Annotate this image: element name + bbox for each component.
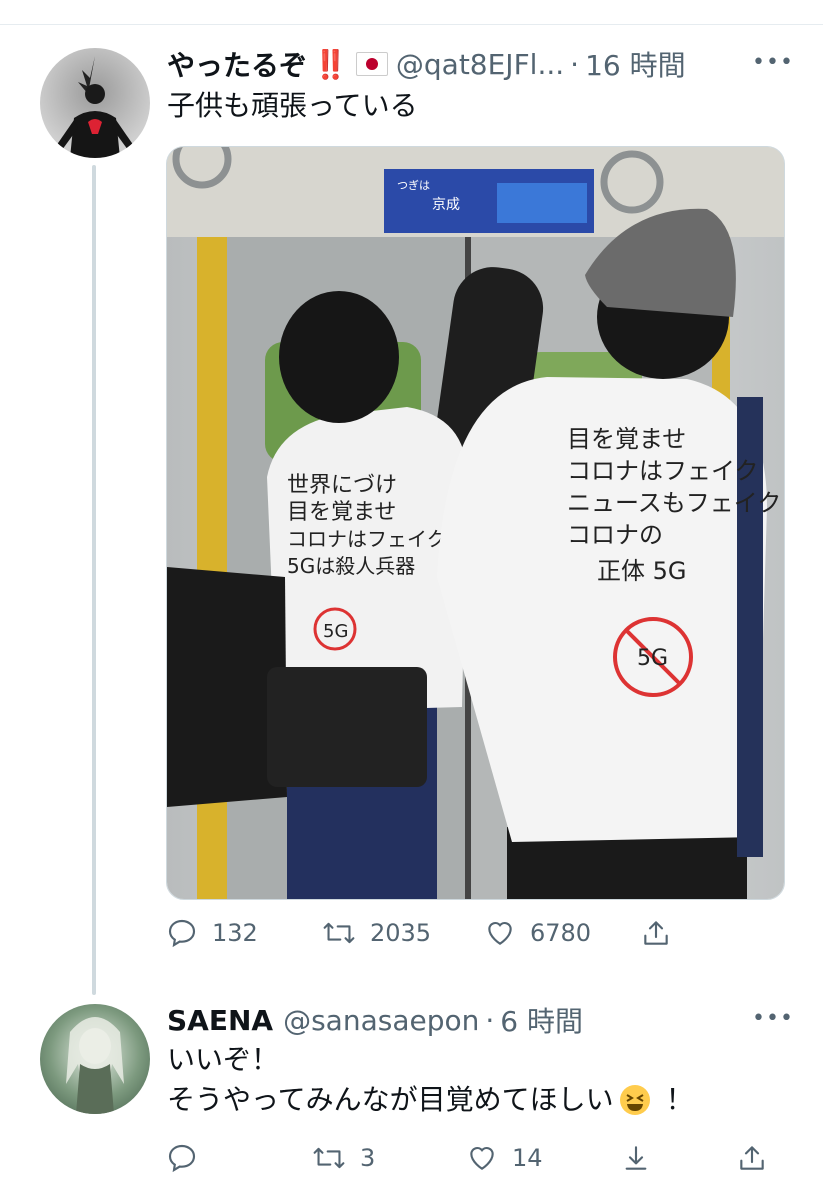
retweet-icon [323, 922, 355, 944]
avatar-character-icon [66, 1017, 124, 1114]
like-count: 6780 [530, 919, 592, 947]
share-icon [740, 1146, 764, 1170]
thread-line [92, 165, 96, 995]
heart-icon [470, 1146, 494, 1170]
more-dots-icon[interactable]: ••• [752, 1006, 794, 1031]
top-divider [0, 24, 823, 25]
retweet-count: 2035 [370, 919, 432, 947]
timestamp[interactable]: 6 時間 [500, 1000, 583, 1040]
tweet-text: いいぞ！ そうやってみんなが目覚めてほしい ！ [167, 1040, 694, 1120]
reply-icon [168, 919, 196, 948]
heart-icon [488, 921, 512, 945]
right-shirt-line2: コロナはフェイク [567, 457, 759, 485]
more-dots-icon[interactable]: ••• [752, 50, 794, 75]
retweet-button[interactable]: 3 [312, 1142, 466, 1174]
left-shirt-line1: 世界にづけ [287, 473, 397, 498]
like-button[interactable]: 14 [466, 1142, 620, 1174]
tweet-header: やったるぞ ‼️ @qat8EJFl... · 16 時間 [167, 44, 686, 84]
right-shirt-badge: 5G [637, 646, 668, 671]
right-shirt-line5: 正体 5G [597, 557, 687, 585]
left-shirt-line2: 目を覚ませ [287, 500, 396, 525]
user-avatar[interactable] [40, 1004, 150, 1114]
display-name[interactable]: SAENA [167, 1004, 273, 1037]
retweet-count: 3 [360, 1144, 376, 1172]
reply-icon [168, 1144, 196, 1173]
like-count: 14 [512, 1144, 543, 1172]
reply-button[interactable] [166, 1142, 312, 1174]
download-icon [625, 1146, 647, 1170]
reply-button[interactable]: 132 [166, 917, 322, 949]
sign-label: つぎは [397, 178, 430, 192]
user-handle[interactable]: @qat8EJFl... [396, 48, 564, 81]
tweet-text: 子供も頑張っている [167, 89, 418, 122]
separator-dot: · [570, 47, 580, 81]
share-icon [644, 921, 668, 945]
right-shirt-line4: コロナの [567, 521, 663, 549]
right-shirt-line3: ニュースもフェイク [567, 489, 781, 517]
reply-count: 132 [212, 919, 258, 947]
tweet-text-line1: いいぞ！ [167, 1043, 280, 1076]
download-button[interactable] [620, 1142, 736, 1174]
sign-station: 京成 [432, 197, 460, 213]
tweet-text-end: ！ [665, 1083, 694, 1116]
tweet-text-line2-row: そうやってみんなが目覚めてほしい ！ [167, 1080, 694, 1120]
double-exclamation-icon: ‼️ [313, 47, 348, 81]
retweet-icon [313, 1147, 345, 1169]
like-button[interactable]: 6780 [484, 917, 640, 949]
share-button[interactable] [640, 917, 672, 949]
left-shirt-badge: 5G [323, 621, 348, 642]
japan-flag-icon [355, 52, 388, 76]
user-handle[interactable]: @sanasaepon [283, 1004, 479, 1037]
share-button[interactable] [736, 1142, 768, 1174]
right-shirt-line1: 目を覚ませ [567, 425, 686, 453]
left-shirt-line4: 5Gは殺人兵器 [287, 554, 415, 578]
tweet-actions: 3 14 [166, 1142, 768, 1174]
timestamp[interactable]: 16 時間 [585, 44, 686, 84]
tweet-actions: 132 2035 6780 [166, 917, 672, 949]
separator-dot: · [485, 1003, 495, 1037]
laughing-emoji-icon [619, 1085, 650, 1115]
tweet-photo[interactable]: つぎは 京成 世界にづけ 目を覚ませ コロナはフェイク 5Gは殺人兵器 5G 目… [166, 146, 785, 900]
left-shirt-line3: コロナはフェイク [287, 527, 447, 551]
tweet-text-line2: そうやってみんなが目覚めてほしい [167, 1083, 614, 1116]
retweet-button[interactable]: 2035 [322, 917, 484, 949]
avatar-figure-icon [56, 56, 134, 158]
user-avatar[interactable] [40, 48, 150, 158]
train-photo: つぎは 京成 世界にづけ 目を覚ませ コロナはフェイク 5Gは殺人兵器 5G 目… [167, 147, 784, 899]
tweet-header: SAENA @sanasaepon · 6 時間 [167, 1000, 583, 1040]
display-name[interactable]: やったるぞ [167, 44, 307, 84]
